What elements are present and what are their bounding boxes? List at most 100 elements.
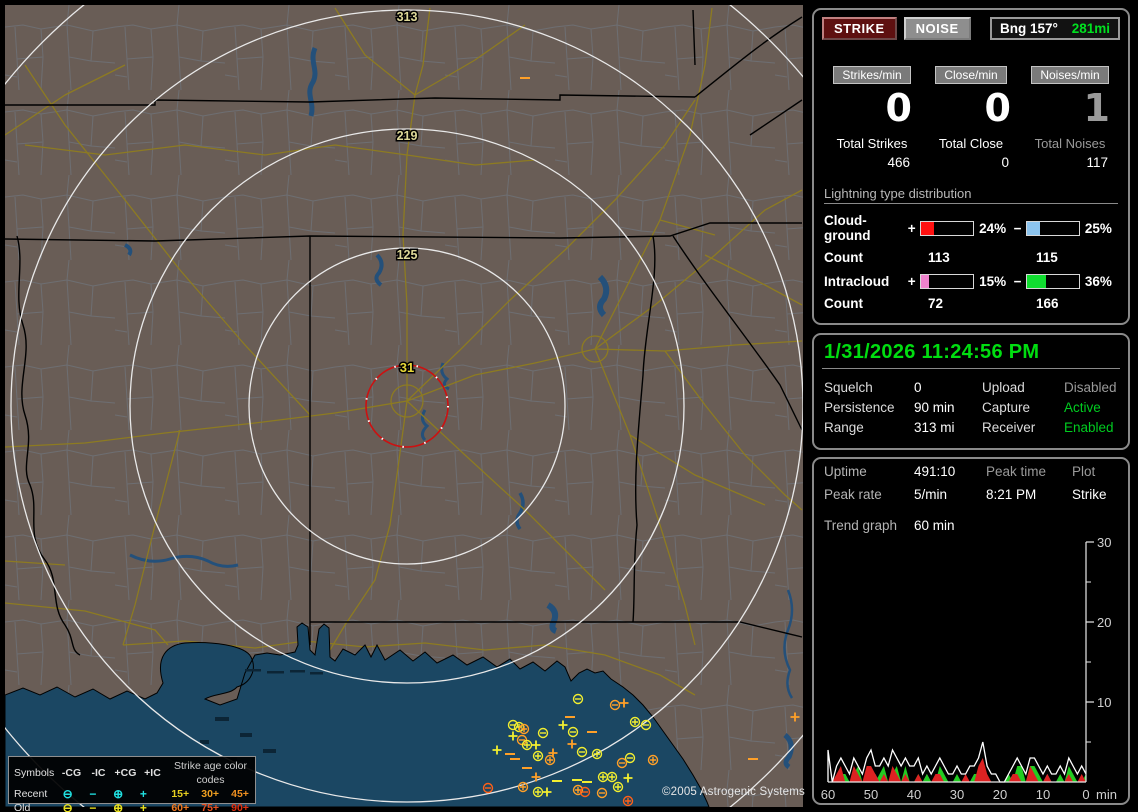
svg-text:0: 0	[1082, 787, 1089, 802]
total-close-label: Total Close	[923, 136, 1019, 151]
minus-icon: −	[80, 787, 105, 801]
age-45: 45+	[225, 787, 255, 801]
strikes-counter: Strikes/min 0 Total Strikes 466	[824, 66, 920, 170]
datetime-display: 1/31/2026 11:24:56 PM	[814, 335, 1128, 368]
legend-col-pos-cg: +CG	[112, 766, 139, 780]
settings-row: Persistence 90 min Capture Active	[814, 397, 1128, 417]
minus-sign: −	[1012, 274, 1023, 289]
status-panel: 1/31/2026 11:24:56 PM Squelch 0 Upload D…	[812, 333, 1130, 450]
range-value: 313 mi	[914, 420, 982, 435]
ic-positive-pct: 15%	[977, 274, 1012, 289]
noise-button[interactable]: NOISE	[904, 17, 971, 40]
receiver-label: Receiver	[982, 420, 1064, 435]
ic-positive-count: 72	[928, 296, 1036, 311]
intracloud-row: Intracloud + 15% − 36%	[814, 265, 1128, 289]
stats-row: Peak rate 5/min 8:21 PM Strike	[814, 484, 1128, 505]
receiver-status: Enabled	[1064, 420, 1114, 435]
peak-rate-value: 5/min	[914, 487, 986, 502]
noises-counter: Noises/min 1 Total Noises 117	[1022, 66, 1118, 170]
cg-negative-pct: 25%	[1083, 221, 1118, 236]
svg-text:219: 219	[397, 129, 418, 143]
divider	[822, 368, 1120, 369]
minus-sign: −	[1012, 221, 1023, 236]
circle-plus-icon: ⊕	[106, 801, 131, 812]
cg-positive-pct: 24%	[977, 221, 1012, 236]
trend-window-value: 60 min	[914, 518, 986, 533]
age-15: 15+	[165, 787, 195, 801]
plus-icon: +	[131, 787, 156, 801]
total-noises-label: Total Noises	[1022, 136, 1118, 151]
legend-col-pos-ic: +IC	[139, 766, 166, 780]
bearing-display: Bng 157° 281mi	[990, 17, 1120, 40]
ic-negative-pct: 36%	[1083, 274, 1118, 289]
lightning-map[interactable]: 31321912531 Symbols -CG -IC +CG +IC Stri…	[5, 5, 803, 807]
total-noises-value: 117	[1022, 155, 1118, 170]
plot-mode-value: Strike	[1072, 487, 1107, 502]
persistence-label: Persistence	[824, 400, 914, 415]
svg-text:10: 10	[1097, 695, 1111, 710]
cloud-ground-row: Cloud-ground + 24% − 25%	[814, 204, 1128, 243]
uptime-value: 491:10	[914, 464, 986, 479]
plot-label: Plot	[1072, 464, 1095, 479]
count-label: Count	[824, 250, 928, 265]
cg-negative-count: 115	[1036, 250, 1058, 265]
svg-text:40: 40	[907, 787, 921, 802]
svg-text:60: 60	[821, 787, 835, 802]
settings-row: Range 313 mi Receiver Enabled	[814, 417, 1128, 437]
persistence-value: 90 min	[914, 400, 982, 415]
age-90: 90+	[225, 801, 255, 812]
total-close-value: 0	[923, 155, 1019, 170]
trend-panel: Uptime 491:10 Peak time Plot Peak rate 5…	[812, 457, 1130, 805]
age-30: 30+	[195, 787, 225, 801]
trend-graph-label: Trend graph	[824, 518, 914, 533]
plus-sign: +	[906, 274, 917, 289]
copyright-text: ©2005 Astrogenic Systems	[635, 786, 805, 798]
intracloud-count-row: Count 72 166	[814, 289, 1128, 311]
close-per-min-value: 0	[923, 86, 1019, 130]
strikes-per-min-value: 0	[824, 86, 920, 130]
stats-row: Uptime 491:10 Peak time Plot	[814, 461, 1128, 482]
svg-text:min: min	[1096, 787, 1117, 802]
legend-age-header: Strike age color codes	[166, 759, 255, 787]
total-strikes-value: 466	[824, 155, 920, 170]
legend-old-row: Old ⊖ − ⊕ + 60+ 75+ 90+	[9, 801, 255, 812]
rate-counters: Strikes/min 0 Total Strikes 466 Close/mi…	[814, 40, 1128, 170]
total-strikes-label: Total Strikes	[824, 136, 920, 151]
cg-negative-bar	[1026, 221, 1080, 236]
svg-text:20: 20	[993, 787, 1007, 802]
ic-negative-count: 166	[1036, 296, 1059, 311]
legend-symbols-header: Symbols	[9, 766, 58, 780]
capture-status: Active	[1064, 400, 1101, 415]
strike-button[interactable]: STRIKE	[822, 17, 897, 40]
noises-per-min-value: 1	[1022, 86, 1118, 130]
noises-per-min-badge[interactable]: Noises/min	[1031, 66, 1108, 84]
close-counter: Close/min 0 Total Close 0	[923, 66, 1019, 170]
bearing-label: Bng 157°	[1000, 21, 1058, 36]
minus-icon: −	[80, 801, 105, 812]
counters-panel: STRIKE NOISE Bng 157° 281mi Strikes/min …	[812, 8, 1130, 325]
ic-negative-bar	[1026, 274, 1080, 289]
legend-recent-label: Recent	[9, 787, 55, 801]
distribution-header: Lightning type distribution	[824, 186, 1118, 204]
plus-sign: +	[906, 221, 917, 236]
svg-text:313: 313	[397, 10, 418, 24]
upload-status: Disabled	[1064, 380, 1117, 395]
squelch-value: 0	[914, 380, 982, 395]
map-canvas: 31321912531	[5, 5, 803, 807]
upload-label: Upload	[982, 380, 1064, 395]
age-60: 60+	[165, 801, 195, 812]
peak-rate-label: Peak rate	[824, 487, 914, 502]
cg-positive-bar	[920, 221, 974, 236]
legend-col-neg-cg: -CG	[58, 766, 85, 780]
svg-text:10: 10	[1036, 787, 1050, 802]
legend-old-label: Old	[9, 801, 55, 812]
strikes-per-min-badge[interactable]: Strikes/min	[833, 66, 910, 84]
trend-graph: 1020306050403020100min	[814, 532, 1128, 802]
legend-recent-row: Recent ⊖ − ⊕ + 15+ 30+ 45+	[9, 787, 255, 801]
squelch-label: Squelch	[824, 380, 914, 395]
circle-minus-icon: ⊖	[55, 787, 80, 801]
ic-positive-bar	[920, 274, 974, 289]
peak-time-label: Peak time	[986, 464, 1072, 479]
settings-row: Squelch 0 Upload Disabled	[814, 377, 1128, 397]
close-per-min-badge[interactable]: Close/min	[935, 66, 1006, 84]
